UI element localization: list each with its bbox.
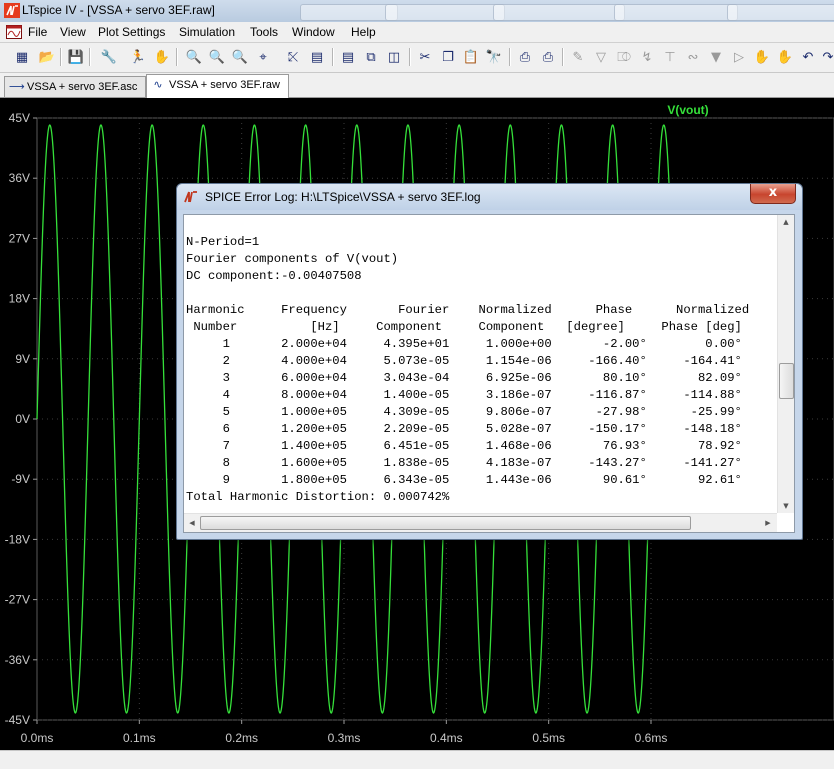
save-icon[interactable]: 💾 [66, 47, 86, 67]
zoom-out-icon[interactable]: 🔍 [230, 47, 250, 67]
cascade-icon[interactable]: ⧉ [361, 47, 381, 67]
zoom-full-icon[interactable]: ⌖ [253, 47, 273, 67]
y-tick-label: 45V [9, 111, 30, 125]
tile-vertically-icon[interactable]: ▤ [338, 47, 358, 67]
halt-icon[interactable]: ✋ [152, 47, 172, 67]
error-log-text-area[interactable]: N-Period=1 Fourier components of V(vout)… [183, 214, 795, 533]
toolbar: ▦ 📂 💾 🔧 🏃 ✋ 🔍 🔍 🔍 ⌖ ⤪ ▤ ▤ ⧉ ◫ ✂ ❐ 📋 🔭 ⎙ … [0, 43, 834, 73]
paste-icon[interactable]: 📋 [461, 47, 481, 67]
y-tick-label: 18V [9, 292, 30, 306]
menu-view[interactable]: View [60, 25, 86, 39]
control-panel-icon[interactable]: 🔧 [99, 47, 119, 67]
x-tick-label: 0.4ms [430, 731, 463, 745]
y-tick-label: -45V [5, 713, 30, 727]
draw-wire-icon[interactable]: ✎ [568, 47, 588, 67]
new-schematic-icon[interactable]: ▦ [12, 47, 32, 67]
menu-bar: File View Plot Settings Simulation Tools… [0, 22, 834, 43]
tab-label: VSSA + servo 3EF.raw [169, 79, 280, 91]
window-title: LTspice IV - [VSSA + servo 3EF.raw] [22, 3, 215, 17]
x-tick-label: 0.6ms [635, 731, 668, 745]
menu-window[interactable]: Window [292, 25, 335, 39]
y-tick-label: -27V [5, 593, 30, 607]
trace-label: V(vout) [667, 103, 708, 117]
x-tick-label: 0.0ms [21, 731, 54, 745]
move-icon[interactable]: ✋ [752, 47, 772, 67]
close-button[interactable]: x [750, 184, 796, 204]
waveform-icon: ∿ [153, 78, 163, 91]
zoom-pan-icon[interactable]: 🔍 [207, 47, 227, 67]
y-tick-label: -36V [5, 653, 30, 667]
title-bar: LTspice IV - [VSSA + servo 3EF.raw] [0, 0, 834, 23]
tab-schematic[interactable]: ⟶ VSSA + servo 3EF.asc [4, 76, 146, 97]
tab-waveform[interactable]: ∿ VSSA + servo 3EF.raw [146, 74, 289, 98]
redo-icon[interactable]: ↷ [818, 47, 834, 67]
schematic-icon: ⟶ [9, 80, 25, 93]
y-tick-label: -9V [11, 472, 30, 486]
error-log-title-bar[interactable]: SPICE Error Log: H:\LTSpice\VSSA + servo… [177, 184, 802, 210]
autorange-icon[interactable]: ⤪ [283, 47, 303, 67]
waveform-window-icon[interactable] [6, 25, 22, 39]
y-tick-label: 9V [15, 352, 30, 366]
ground-icon[interactable]: ▽ [591, 47, 611, 67]
y-tick-label: 27V [9, 231, 30, 245]
menu-plot-settings[interactable]: Plot Settings [98, 25, 165, 39]
run-icon[interactable]: 🏃 [128, 47, 148, 67]
document-tab-bar: ⟶ VSSA + servo 3EF.asc ∿ VSSA + servo 3EF.… [0, 73, 834, 98]
scroll-right-icon[interactable]: ▶ [761, 516, 775, 530]
ltspice-app-icon [4, 3, 20, 18]
undo-icon[interactable]: ↶ [798, 47, 818, 67]
blurred-taskbar-item [385, 4, 505, 21]
y-tick-label: 36V [9, 171, 30, 185]
open-icon[interactable]: 📂 [37, 47, 57, 67]
x-tick-label: 0.1ms [123, 731, 156, 745]
fourier-report-text: N-Period=1 Fourier components of V(vout)… [186, 235, 750, 504]
pick-visible-traces-icon[interactable]: ▤ [307, 47, 327, 67]
horizontal-scrollbar[interactable]: ◀ ▶ [184, 513, 777, 532]
ltspice-icon [184, 191, 197, 203]
cut-icon[interactable]: ✂ [415, 47, 435, 67]
diode-icon[interactable]: ▼ [706, 47, 726, 67]
status-bar [0, 750, 834, 769]
component-icon[interactable]: ▷ [729, 47, 749, 67]
copy-icon[interactable]: ❐ [438, 47, 458, 67]
spice-error-log-window[interactable]: SPICE Error Log: H:\LTSpice\VSSA + servo… [176, 183, 803, 540]
drag-icon[interactable]: ✋ [775, 47, 795, 67]
print-setup-icon[interactable]: ⎙ [515, 47, 535, 67]
y-tick-label: -18V [5, 532, 30, 546]
y-tick-label: 0V [15, 412, 30, 426]
inductor-icon[interactable]: ∾ [683, 47, 703, 67]
vertical-scrollbar[interactable]: ▲ ▼ [777, 215, 794, 513]
scroll-down-icon[interactable]: ▼ [778, 499, 794, 513]
print-icon[interactable]: ⎙ [538, 47, 558, 67]
vertical-scroll-thumb[interactable] [779, 363, 794, 399]
find-icon[interactable]: 🔭 [484, 47, 504, 67]
blurred-taskbar-item [493, 4, 625, 21]
horizontal-scroll-thumb[interactable] [200, 516, 691, 530]
x-tick-label: 0.3ms [328, 731, 361, 745]
x-tick-label: 0.5ms [532, 731, 565, 745]
tile-horizontally-icon[interactable]: ◫ [384, 47, 404, 67]
error-log-title: SPICE Error Log: H:\LTSpice\VSSA + servo… [205, 190, 481, 204]
blurred-taskbar-item [614, 4, 738, 21]
label-net-icon[interactable]: ⎄ [614, 47, 634, 67]
blurred-taskbar-item [727, 4, 834, 21]
menu-help[interactable]: Help [351, 25, 376, 39]
zoom-in-icon[interactable]: 🔍 [184, 47, 204, 67]
menu-simulation[interactable]: Simulation [179, 25, 235, 39]
blurred-taskbar-item [300, 4, 398, 21]
capacitor-icon[interactable]: ⊤ [660, 47, 680, 67]
x-tick-label: 0.2ms [225, 731, 258, 745]
menu-tools[interactable]: Tools [250, 25, 278, 39]
menu-file[interactable]: File [28, 25, 47, 39]
resistor-icon[interactable]: ↯ [637, 47, 657, 67]
scroll-left-icon[interactable]: ◀ [185, 516, 199, 530]
scroll-up-icon[interactable]: ▲ [778, 215, 794, 229]
tab-label: VSSA + servo 3EF.asc [27, 81, 138, 93]
